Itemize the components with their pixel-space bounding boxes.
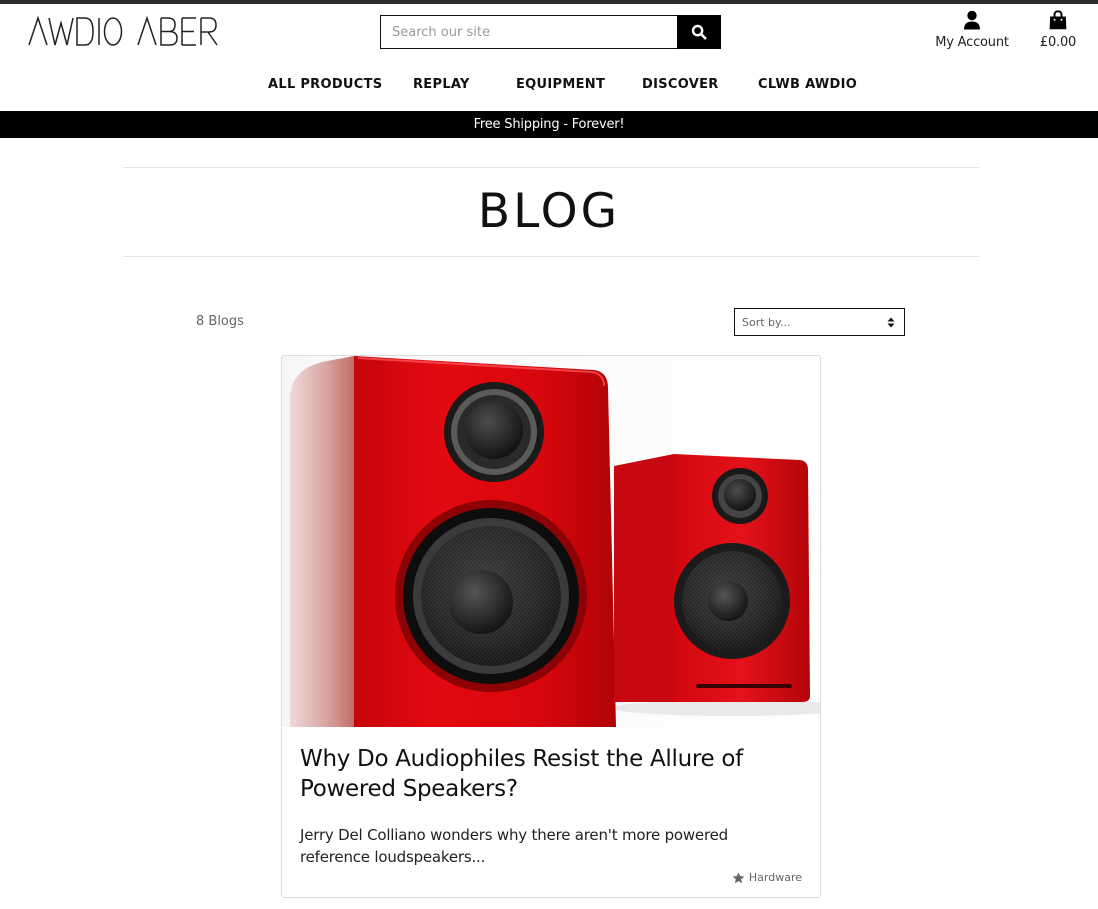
- title-divider-bottom: [123, 256, 979, 257]
- sort-select[interactable]: Sort by...: [734, 308, 905, 336]
- blog-post-category[interactable]: Hardware: [732, 871, 802, 884]
- cart-total: £0.00: [1039, 35, 1077, 50]
- title-divider-top: [123, 167, 979, 168]
- my-account-link[interactable]: My Account: [934, 10, 1010, 50]
- page-title: BLOG: [477, 184, 621, 239]
- top-border: [0, 0, 1098, 4]
- site-search: [380, 15, 721, 49]
- shopping-bag-icon: [1049, 10, 1067, 30]
- free-shipping-banner: Free Shipping - Forever!: [0, 111, 1098, 138]
- blog-count: 8 Blogs: [196, 314, 244, 329]
- blog-post-image[interactable]: [282, 356, 820, 727]
- user-icon: [964, 10, 980, 30]
- nav-clwb-awdio[interactable]: CLWB AWDIO: [758, 77, 857, 92]
- main-navigation: ALL PRODUCTS REPLAY EQUIPMENT DISCOVER C…: [0, 77, 1098, 97]
- search-input[interactable]: [380, 15, 677, 49]
- cart-link[interactable]: £0.00: [1035, 10, 1081, 50]
- my-account-label: My Account: [935, 35, 1009, 50]
- blog-post-title[interactable]: Why Do Audiophiles Resist the Allure of …: [300, 744, 800, 804]
- nav-replay[interactable]: REPLAY: [413, 77, 470, 92]
- blog-post-card[interactable]: Why Do Audiophiles Resist the Allure of …: [281, 355, 821, 898]
- category-label: Hardware: [748, 871, 802, 884]
- banner-text: Free Shipping - Forever!: [473, 117, 625, 132]
- sort-arrows-icon: [887, 317, 895, 327]
- search-button[interactable]: [677, 15, 721, 49]
- nav-equipment[interactable]: EQUIPMENT: [516, 77, 605, 92]
- site-logo[interactable]: [27, 15, 219, 47]
- blog-post-excerpt: Jerry Del Colliano wonders why there are…: [300, 826, 728, 866]
- search-icon: [691, 24, 707, 40]
- nav-discover[interactable]: DISCOVER: [642, 77, 719, 92]
- star-icon: [732, 871, 745, 883]
- sort-selected-value: Sort by...: [742, 315, 791, 329]
- nav-all-products[interactable]: ALL PRODUCTS: [268, 77, 382, 92]
